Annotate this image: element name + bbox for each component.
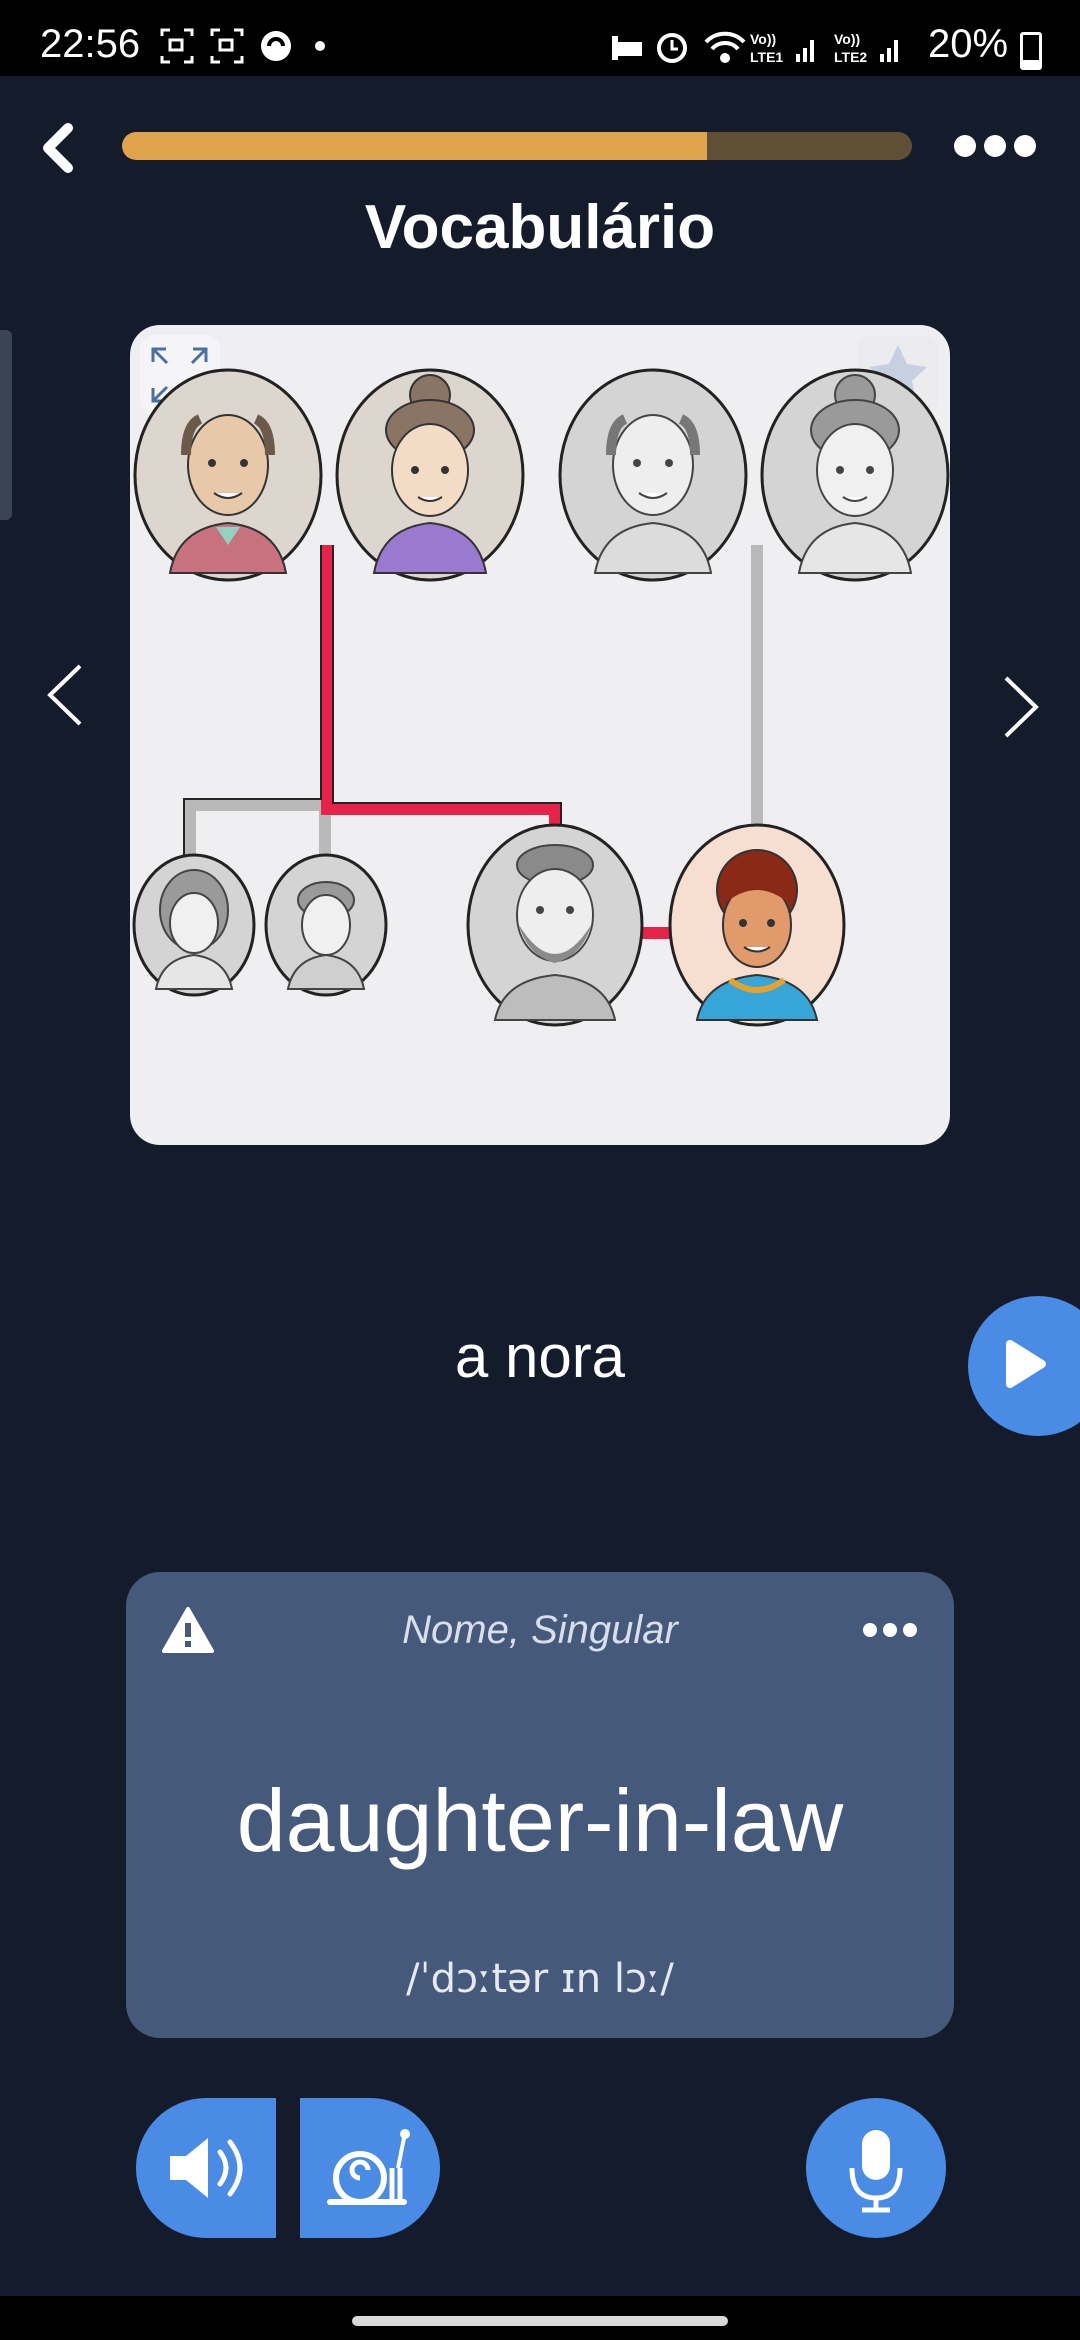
side-drawer-handle[interactable] [0, 330, 12, 520]
daughter-in-law-portrait [668, 823, 846, 1027]
play-audio-button[interactable] [136, 2098, 276, 2238]
play-word-button[interactable] [968, 1296, 1080, 1436]
speaker-icon [170, 2138, 243, 2198]
grandmother-2-portrait [760, 368, 950, 582]
grandfather-2-portrait [558, 368, 748, 582]
microphone-icon [849, 2130, 903, 2213]
lesson-progress-bar [122, 132, 912, 160]
slow-audio-button[interactable] [300, 2098, 440, 2238]
record-pronunciation-button[interactable] [806, 2098, 946, 2238]
battery-percent: 20% [928, 22, 1009, 66]
son-portrait [264, 853, 388, 997]
svg-text:Vo)): Vo)) [834, 31, 860, 47]
dot-icon [315, 41, 325, 51]
grammar-label: Nome, Singular [402, 1608, 678, 1652]
lesson-progress-fill [122, 132, 707, 160]
grandfather-portrait [133, 368, 323, 582]
screen-record-icon [160, 28, 194, 64]
son-bearded-portrait [466, 823, 644, 1027]
daughter-portrait [132, 853, 256, 997]
sleep-mode-icon [612, 36, 642, 60]
back-button[interactable] [34, 118, 94, 178]
svg-text:LTE2: LTE2 [834, 49, 867, 65]
status-notification-icons [160, 28, 370, 72]
translation-text: daughter-in-law [236, 1771, 844, 1870]
home-indicator[interactable] [352, 2316, 728, 2326]
page-title: Vocabulário [364, 193, 716, 262]
more-options-button[interactable] [950, 130, 1040, 162]
screen-record-icon [210, 28, 244, 64]
grandmother-portrait [335, 368, 525, 582]
family-tree-illustration [132, 335, 950, 1027]
phonetic-transcription: /ˈdɔːtər ɪn lɔː/ [406, 1956, 674, 2002]
chevron-left-icon [43, 123, 73, 173]
chevron-left-icon [47, 664, 82, 726]
alarm-icon [657, 33, 687, 63]
play-icon [1006, 1340, 1046, 1388]
wifi-icon [704, 31, 746, 63]
svg-text:Vo)): Vo)) [750, 31, 776, 47]
previous-card-button[interactable] [42, 660, 86, 730]
more-dots-icon [954, 135, 1036, 157]
signal-icon [880, 40, 898, 62]
next-card-button[interactable] [1000, 672, 1044, 742]
battery-icon [1020, 32, 1042, 70]
vocabulary-image-card [130, 325, 950, 1145]
status-system-icons: Vo)) LTE1 Vo)) LTE2 [610, 28, 920, 75]
signal-icon [796, 40, 814, 62]
chevron-right-icon [1004, 676, 1039, 738]
card-options-button[interactable] [860, 1620, 920, 1640]
sync-icon [261, 31, 291, 61]
svg-text:LTE1: LTE1 [750, 49, 783, 65]
more-dots-icon [863, 1623, 917, 1637]
vocabulary-word: a nora [454, 1323, 626, 1390]
status-time: 22:56 [40, 22, 141, 66]
snail-icon [327, 2129, 410, 2205]
